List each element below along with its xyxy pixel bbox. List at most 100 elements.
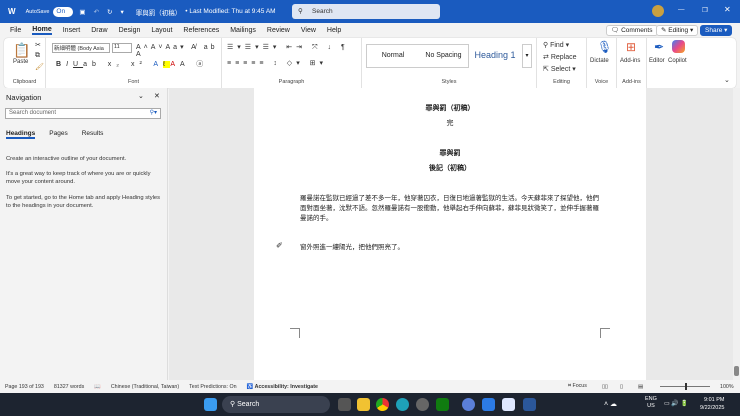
list-icons[interactable]: ☰▾☰▾☰▾ ⇤⇥ ⤧ ↓ ¶ — [227, 43, 349, 52]
title-bar: W AutoSave On ▣ ↶ ↻ ▾ 罪與罰（初稿） • Last Mod… — [0, 0, 740, 23]
comments-button[interactable]: 🗨 Comments — [606, 25, 658, 36]
copilot-icon[interactable] — [672, 40, 685, 53]
font-format-icons[interactable]: BIUab x₂ x² AℓAA ⓐ — [56, 59, 208, 69]
font-name-select[interactable]: 新細明體 (Body Asia — [52, 43, 110, 53]
file-explorer-icon[interactable] — [357, 398, 370, 411]
web-layout-icon[interactable]: ▤ — [638, 384, 643, 390]
copy-icon[interactable]: ⧉ — [35, 52, 40, 60]
last-modified[interactable]: • Last Modified: Thu at 9:45 AM — [185, 8, 275, 15]
font-size-select[interactable]: 11 — [112, 43, 132, 53]
avatar[interactable] — [652, 5, 664, 17]
addins-button[interactable]: Add-ins — [620, 58, 640, 64]
vertical-scrollbar[interactable] — [733, 88, 740, 380]
zoom-level[interactable]: 100% — [720, 384, 734, 390]
heading-afterword: 後記（初稿） — [429, 164, 471, 172]
nav-help-text-2: It's a great way to keep track of where … — [6, 171, 151, 185]
editing-mode-button[interactable]: ✎ Editing ▾ — [656, 25, 699, 36]
system-icons[interactable]: ▭ 🔊 🔋 — [664, 400, 688, 407]
styles-more-button[interactable]: ▾ — [522, 44, 532, 68]
accessibility-status[interactable]: ♿ Accessibility: Investigate — [247, 384, 318, 390]
collapse-ribbon-icon[interactable]: ⌄ — [724, 76, 730, 84]
tab-mailings[interactable]: Mailings — [230, 27, 256, 34]
start-icon[interactable] — [204, 398, 217, 411]
xbox-icon[interactable] — [436, 398, 449, 411]
editor-icon[interactable]: ✒ — [654, 40, 664, 54]
customize-qat-icon[interactable]: ▾ — [120, 8, 123, 16]
autosave-toggle[interactable]: On — [53, 6, 74, 17]
print-layout-icon[interactable]: ▯ — [620, 384, 623, 390]
ink-marker-icon: ✐ — [276, 241, 283, 250]
search-icon: ⚲ — [298, 8, 303, 15]
messaging-icon[interactable] — [482, 398, 495, 411]
font-toolbar-top-icons[interactable]: A˄A˅Aa▾ A̸ ab A — [136, 43, 221, 58]
search-document-input[interactable]: Search document ⚲▾ — [5, 108, 161, 119]
tab-file[interactable]: File — [10, 27, 21, 34]
clipboard-label: Clipboard — [12, 79, 37, 85]
taskbar-search[interactable]: ⚲ Search — [222, 396, 330, 413]
app3-icon[interactable] — [502, 398, 515, 411]
zoom-slider[interactable] — [660, 383, 710, 390]
cut-icon[interactable]: ✂ — [35, 41, 41, 49]
addins-icon[interactable]: ⊞ — [626, 40, 636, 54]
find-button[interactable]: ⚲ Find ▾ — [543, 41, 569, 49]
document-title[interactable]: 罪與罰（初稿） — [136, 7, 182, 17]
tab-design[interactable]: Design — [119, 27, 141, 34]
undo-icon[interactable]: ↶ — [94, 8, 99, 16]
body-paragraph-1: 羅曼諾在監獄已經過了差不多一年，他穿著囚衣，日復日地過著監獄的生活。今天蘇菲來了… — [300, 194, 599, 222]
search-box[interactable]: ⚲ Search — [292, 4, 440, 19]
style-no-spacing[interactable]: No Spacing — [419, 44, 469, 68]
nav-tab-headings[interactable]: Headings — [6, 130, 36, 139]
body-paragraph-2: 窗外照進一縷陽光，把他們照亮了。 — [300, 243, 404, 251]
page-count[interactable]: Page 193 of 193 — [5, 384, 44, 390]
tab-insert[interactable]: Insert — [63, 27, 81, 34]
app-icon[interactable] — [416, 398, 429, 411]
paste-button[interactable]: Paste — [13, 59, 28, 65]
document-page[interactable]: 罪與罰（初稿） 完 罪與罰 後記（初稿） 羅曼諾在監獄已經過了差不多一年，他穿著… — [254, 88, 646, 380]
alignment-icons[interactable]: ≡≡≡≡≡ ↕ ◇▾ ⊞▾ — [227, 59, 327, 67]
redo-icon[interactable]: ↻ — [107, 8, 112, 16]
select-button[interactable]: ⇱ Select ▾ — [543, 65, 576, 73]
replace-button[interactable]: ⇄ Replace — [543, 53, 577, 61]
margin-corner — [600, 328, 610, 338]
focus-button[interactable]: ⌗ Focus — [568, 383, 587, 390]
copilot-button[interactable]: Copilot — [668, 58, 687, 64]
nav-options-icon[interactable]: ⌄ — [138, 92, 144, 100]
style-normal[interactable]: Normal — [366, 44, 420, 68]
proofing-icon[interactable]: 📖 — [94, 384, 101, 390]
format-painter-icon[interactable]: 🖌 — [35, 63, 44, 71]
minimize-icon[interactable]: — — [678, 6, 685, 13]
app2-icon[interactable] — [462, 398, 475, 411]
read-mode-icon[interactable]: ▯▯ — [602, 384, 608, 390]
tab-review[interactable]: Review — [267, 27, 290, 34]
tray-icons[interactable]: ˄ ☁ — [604, 400, 617, 408]
share-button[interactable]: Share ▾ — [700, 25, 733, 36]
nav-close-icon[interactable]: ✕ — [154, 92, 160, 100]
close-icon[interactable]: ✕ — [724, 5, 731, 14]
tab-home[interactable]: Home — [32, 26, 52, 35]
task-view-icon[interactable] — [338, 398, 351, 411]
paste-icon[interactable]: 📋 — [13, 42, 30, 59]
tab-help[interactable]: Help — [327, 27, 341, 34]
input-language[interactable]: ENG US — [645, 396, 657, 410]
tab-layout[interactable]: Layout — [151, 27, 172, 34]
paragraph-group: ☰▾☰▾☰▾ ⇤⇥ ⤧ ↓ ¶ ≡≡≡≡≡ ↕ ◇▾ ⊞▾ Paragraph — [222, 38, 362, 88]
chrome-icon[interactable] — [376, 398, 389, 411]
word-taskbar-icon[interactable] — [523, 398, 536, 411]
dictate-button[interactable]: Dictate — [590, 58, 609, 64]
style-heading-1[interactable]: Heading 1 — [469, 44, 521, 68]
language[interactable]: Chinese (Traditional, Taiwan) — [111, 384, 179, 390]
tab-view[interactable]: View — [301, 27, 316, 34]
tab-references[interactable]: References — [183, 27, 219, 34]
nav-tab-results[interactable]: Results — [82, 130, 104, 139]
restore-icon[interactable]: ❐ — [702, 6, 708, 14]
nav-tab-pages[interactable]: Pages — [49, 130, 67, 139]
save-icon[interactable]: ▣ — [79, 8, 85, 16]
microphone-icon[interactable]: 🎙 — [597, 40, 612, 54]
edge-icon[interactable] — [396, 398, 409, 411]
autosave-label: AutoSave — [25, 8, 50, 15]
clock[interactable]: 9:01 PM 9/22/2025 — [700, 396, 724, 412]
word-count[interactable]: 81327 words — [54, 384, 84, 390]
editor-button[interactable]: Editor — [649, 58, 665, 64]
text-predictions[interactable]: Text Predictions: On — [189, 384, 236, 390]
tab-draw[interactable]: Draw — [91, 27, 107, 34]
